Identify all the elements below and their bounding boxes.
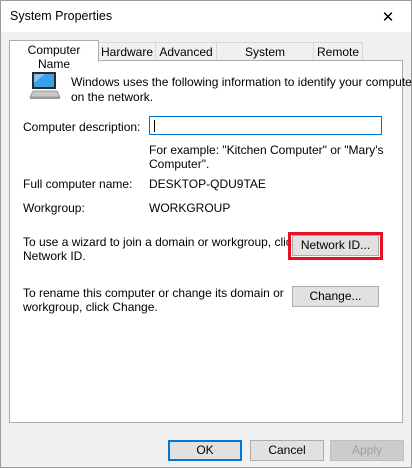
cancel-button-label: Cancel — [268, 443, 306, 457]
computer-description-input[interactable] — [149, 116, 382, 135]
full-computer-name-label: Full computer name: — [23, 177, 133, 191]
apply-button-label: Apply — [351, 443, 383, 457]
rename-text-line2: workgroup, click Change. — [23, 300, 158, 314]
tab-remote[interactable]: Remote — [313, 42, 363, 60]
window-title: System Properties — [10, 9, 113, 23]
highlight-annotation — [288, 232, 383, 260]
rename-text-line1: To rename this computer or change its do… — [23, 286, 284, 300]
workgroup-value: WORKGROUP — [149, 201, 231, 215]
close-button[interactable]: ✕ — [365, 1, 411, 32]
computer-name-panel: Windows uses the following information t… — [9, 60, 412, 423]
tab-label: Remote — [316, 45, 360, 59]
wizard-text-line1: To use a wizard to join a domain or work… — [23, 235, 298, 249]
text-caret — [154, 120, 155, 132]
example-text-line1: For example: "Kitchen Computer" or "Mary… — [149, 143, 384, 157]
computer-icon — [29, 72, 61, 99]
tab-label: Hardware — [100, 45, 154, 59]
change-button-label: Change... — [309, 289, 362, 303]
intro-text-line1: Windows uses the following information t… — [71, 75, 412, 89]
tab-advanced[interactable]: Advanced — [155, 42, 217, 60]
system-properties-window: System Properties ✕ Computer Name Hardwa… — [0, 0, 412, 468]
tab-hardware[interactable]: Hardware — [98, 42, 156, 60]
ok-button[interactable]: OK — [168, 440, 242, 461]
tab-label: Advanced — [159, 45, 213, 59]
tab-system-protection[interactable]: System Protection — [216, 42, 314, 73]
cancel-button[interactable]: Cancel — [250, 440, 324, 461]
close-icon: ✕ — [381, 8, 395, 26]
change-button[interactable]: Change... — [292, 286, 379, 307]
ok-button-label: OK — [196, 443, 214, 457]
workgroup-label: Workgroup: — [23, 201, 85, 215]
computer-description-label: Computer description: — [23, 120, 141, 134]
full-computer-name-value: DESKTOP-QDU9TAE — [149, 177, 266, 191]
wizard-text-line2: Network ID. — [23, 249, 86, 263]
title-bar[interactable]: System Properties ✕ — [1, 1, 411, 32]
intro-text-line2: on the network. — [71, 90, 154, 104]
tab-computer-name[interactable]: Computer Name — [9, 40, 99, 71]
example-text-line2: Computer". — [149, 157, 210, 171]
apply-button: Apply — [330, 440, 404, 461]
